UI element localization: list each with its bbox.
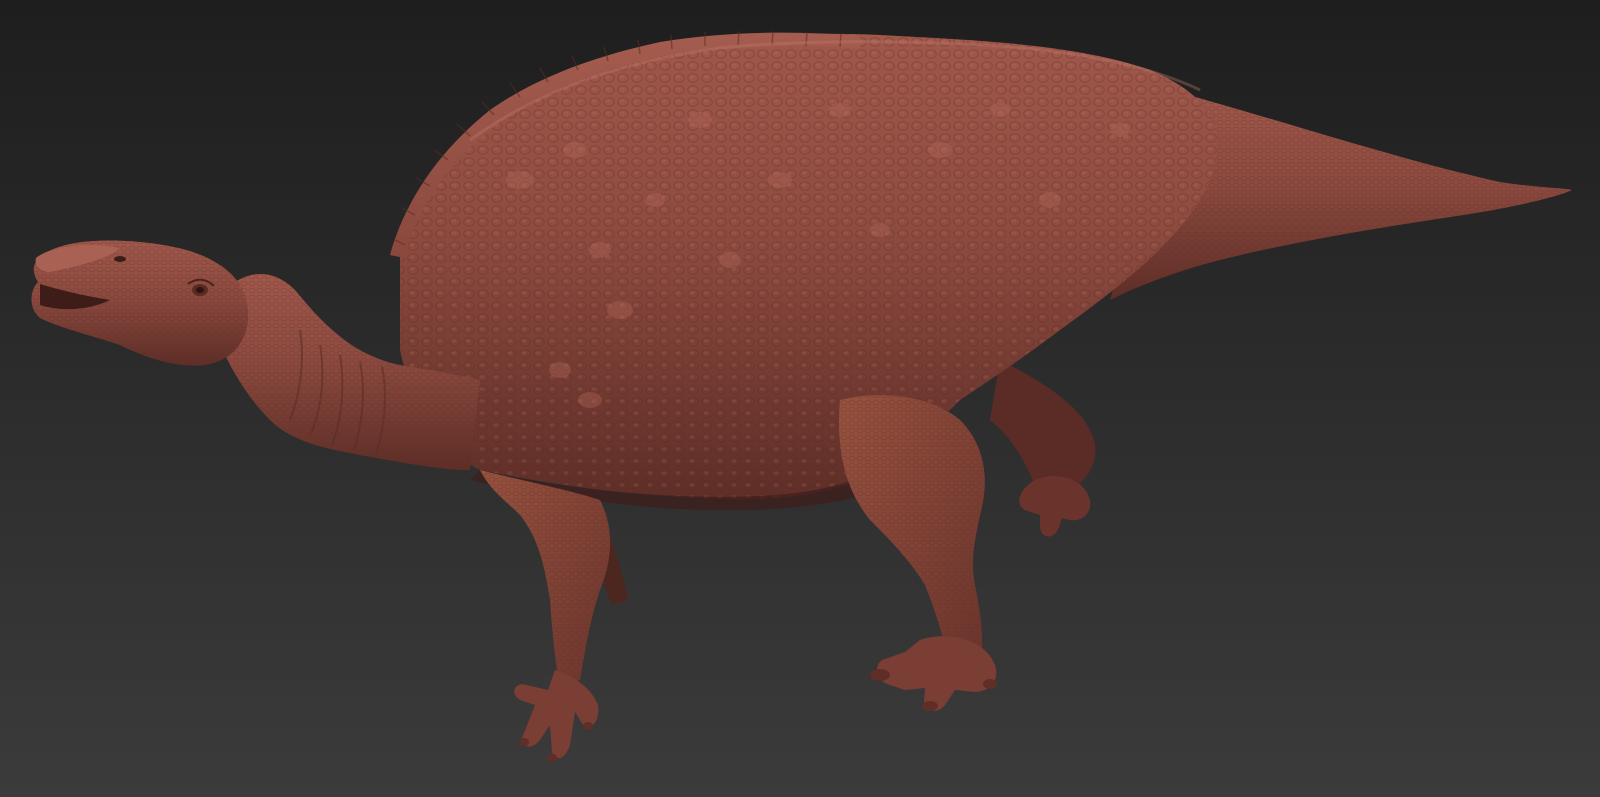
dinosaur-render: [0, 0, 1600, 797]
nostril: [114, 256, 126, 262]
sculpt-viewport[interactable]: [0, 0, 1600, 797]
